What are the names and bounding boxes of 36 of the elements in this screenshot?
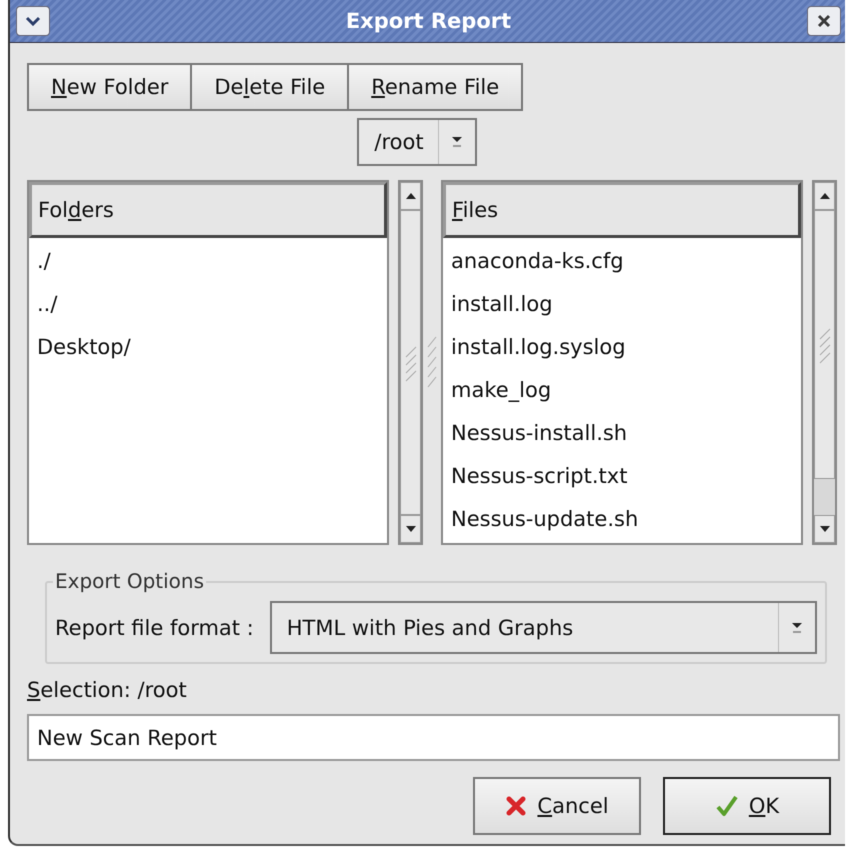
close-button[interactable] [806, 6, 841, 36]
format-dropdown[interactable]: HTML with Pies and Graphs [270, 601, 817, 654]
folder-item[interactable]: Desktop/ [29, 326, 387, 369]
file-item[interactable]: Nessus-install.sh [443, 412, 801, 455]
close-icon [816, 13, 832, 29]
cancel-button[interactable]: Cancel [473, 777, 641, 835]
scrollbar[interactable] [812, 180, 837, 545]
dropdown-arrow-icon [450, 134, 464, 150]
file-item[interactable]: Nessus-script.txt [443, 455, 801, 498]
window-menu-button[interactable] [16, 6, 50, 36]
selection-label: Selection: /root [27, 678, 188, 704]
down-arrow-icon [404, 524, 418, 534]
file-item[interactable]: Nessus-update.sh [443, 498, 801, 541]
checkmark-icon [714, 794, 739, 818]
ok-button[interactable]: OK [663, 777, 831, 835]
folder-item[interactable]: ../ [29, 283, 387, 326]
filename-input[interactable]: New Scan Report [27, 714, 840, 761]
file-item[interactable]: install.log.syslog [443, 326, 801, 369]
folder-item[interactable]: ./ [29, 240, 387, 283]
cross-icon [505, 795, 528, 817]
chevron-down-icon [24, 14, 42, 28]
file-item[interactable]: make_log [443, 369, 801, 412]
column-header[interactable]: Files [443, 182, 801, 238]
toolbar-button[interactable]: Rename File [347, 63, 524, 111]
file-item[interactable]: anaconda-ks.cfg [443, 240, 801, 283]
down-arrow-icon [818, 524, 832, 534]
toolbar-button[interactable]: New Folder [27, 63, 192, 111]
path-dropdown[interactable]: /root [357, 118, 477, 166]
up-arrow-icon [404, 191, 418, 201]
window-title: Export Report [346, 9, 512, 33]
up-arrow-icon [818, 191, 832, 201]
format-label: Report file format : [55, 616, 254, 640]
toolbar-button[interactable]: Delete File [190, 63, 350, 111]
column-header[interactable]: Folders [29, 182, 387, 238]
file-item[interactable]: install.log [443, 283, 801, 326]
scrollbar[interactable] [398, 180, 423, 545]
